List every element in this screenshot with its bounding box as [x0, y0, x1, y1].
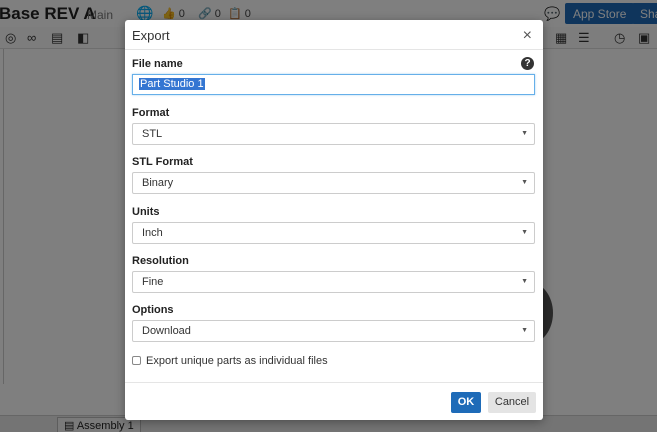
units-label: Units	[132, 206, 160, 218]
format-select[interactable]: STL ▼	[132, 123, 535, 145]
file-name-input[interactable]: Part Studio 1	[132, 74, 535, 95]
chevron-down-icon: ▼	[521, 278, 528, 285]
help-icon[interactable]: ?	[521, 57, 534, 70]
options-value: Download	[142, 325, 191, 337]
close-icon[interactable]: ×	[523, 27, 532, 45]
dialog-footer: OK Cancel	[125, 382, 543, 420]
file-name-value: Part Studio 1	[139, 78, 205, 90]
format-value: STL	[142, 128, 163, 140]
chevron-down-icon: ▼	[521, 130, 528, 137]
units-select[interactable]: Inch ▼	[132, 222, 535, 244]
stl-format-label: STL Format	[132, 156, 193, 168]
chevron-down-icon: ▼	[521, 327, 528, 334]
chevron-down-icon: ▼	[521, 229, 528, 236]
dialog-title: Export	[132, 28, 170, 43]
options-label: Options	[132, 304, 174, 316]
file-name-label: File name	[132, 58, 183, 70]
dialog-header: Export ×	[125, 20, 543, 50]
units-value: Inch	[142, 227, 163, 239]
chevron-down-icon: ▼	[521, 179, 528, 186]
cancel-button[interactable]: Cancel	[488, 392, 536, 413]
options-select[interactable]: Download ▼	[132, 320, 535, 342]
unique-parts-checkbox[interactable]	[132, 356, 141, 365]
resolution-value: Fine	[142, 276, 164, 288]
format-label: Format	[132, 107, 170, 119]
unique-parts-label: Export unique parts as individual files	[146, 355, 328, 367]
resolution-select[interactable]: Fine ▼	[132, 271, 535, 293]
resolution-label: Resolution	[132, 255, 189, 267]
stl-format-value: Binary	[142, 177, 174, 189]
export-dialog: Export × File name ? Part Studio 1 Forma…	[125, 20, 543, 420]
stl-format-select[interactable]: Binary ▼	[132, 172, 535, 194]
ok-button[interactable]: OK	[451, 392, 481, 413]
